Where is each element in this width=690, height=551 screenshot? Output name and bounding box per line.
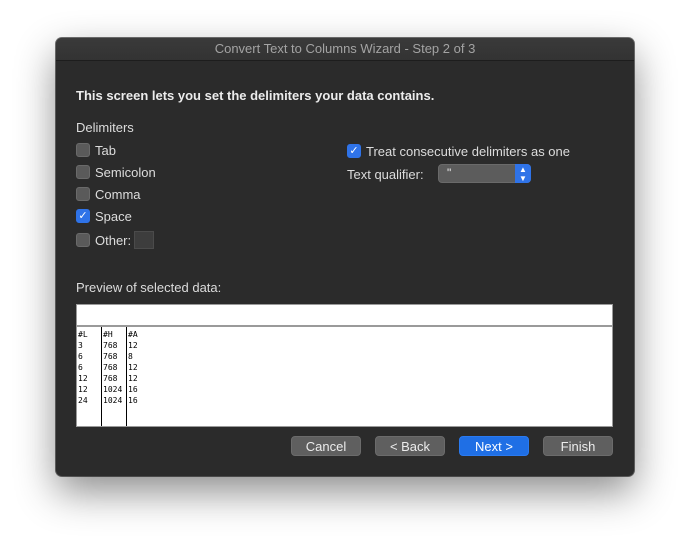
preview-cell: 6 [78,363,83,372]
preview-cell: 12 [78,374,88,383]
tab-option[interactable]: Tab [76,142,116,158]
tab-label: Tab [95,142,116,158]
preview-column[interactable]: #L 3 6 6 12 12 24 [77,327,102,426]
preview-cell: 768 [103,363,118,372]
space-option[interactable]: ✓ Space [76,208,132,224]
comma-checkbox[interactable] [76,187,90,201]
checkmark-icon: ✓ [78,210,88,222]
text-qualifier-value: " [447,166,452,180]
data-preview[interactable]: #L 3 6 6 12 12 24 #H 768 768 768 768 102… [76,326,613,427]
next-button[interactable]: Next > [459,436,529,456]
space-label: Space [95,208,132,224]
consecutive-option[interactable]: ✓ Treat consecutive delimiters as one [347,143,570,159]
text-qualifier-select[interactable]: " ▲ ▼ [438,164,531,183]
window-title: Convert Text to Columns Wizard - Step 2 … [56,38,634,61]
preview-cell: 12 [128,341,138,350]
preview-cell: 768 [103,341,118,350]
chevron-up-down-icon: ▲ ▼ [515,164,531,183]
preview-column-header: #A [128,330,138,339]
preview-cell: 768 [103,352,118,361]
back-button[interactable]: < Back [375,436,445,456]
semicolon-option[interactable]: Semicolon [76,164,156,180]
preview-cell: 12 [128,363,138,372]
preview-cell: 16 [128,385,138,394]
consecutive-label: Treat consecutive delimiters as one [366,143,571,159]
cancel-button[interactable]: Cancel [291,436,361,456]
preview-cell: 1024 [103,385,123,394]
preview-column-header: #H [103,330,113,339]
preview-cell: 3 [78,341,83,350]
text-qualifier-label: Text qualifier: [347,167,424,182]
preview-cell: 768 [103,374,118,383]
other-label: Other: [95,232,132,248]
semicolon-label: Semicolon [95,164,156,180]
space-checkbox[interactable]: ✓ [76,209,90,223]
checkmark-icon: ✓ [349,145,359,157]
preview-cell: 8 [128,352,133,361]
finish-button[interactable]: Finish [543,436,613,456]
wizard-window: Convert Text to Columns Wizard - Step 2 … [56,38,634,476]
preview-column-header: #L [78,330,88,339]
consecutive-checkbox[interactable]: ✓ [347,144,361,158]
preview-cell: 12 [78,385,88,394]
preview-cell: 6 [78,352,83,361]
preview-cell: 24 [78,396,88,405]
comma-option[interactable]: Comma [76,186,141,202]
preview-column[interactable]: #A 12 8 12 12 16 16 [127,327,187,426]
instructions-heading: This screen lets you set the delimiters … [76,88,435,103]
preview-cell: 16 [128,396,138,405]
other-delimiter-input[interactable] [134,231,155,249]
preview-column-format-row[interactable] [76,304,613,326]
preview-cell: 1024 [103,396,123,405]
preview-cell: 12 [128,374,138,383]
tab-checkbox[interactable] [76,143,90,157]
semicolon-checkbox[interactable] [76,165,90,179]
preview-label: Preview of selected data: [76,280,222,295]
comma-label: Comma [95,186,141,202]
delimiters-group-label: Delimiters [76,120,134,135]
other-checkbox[interactable] [76,233,90,247]
preview-column[interactable]: #H 768 768 768 768 1024 1024 [102,327,127,426]
other-option[interactable]: Other: [76,230,155,250]
